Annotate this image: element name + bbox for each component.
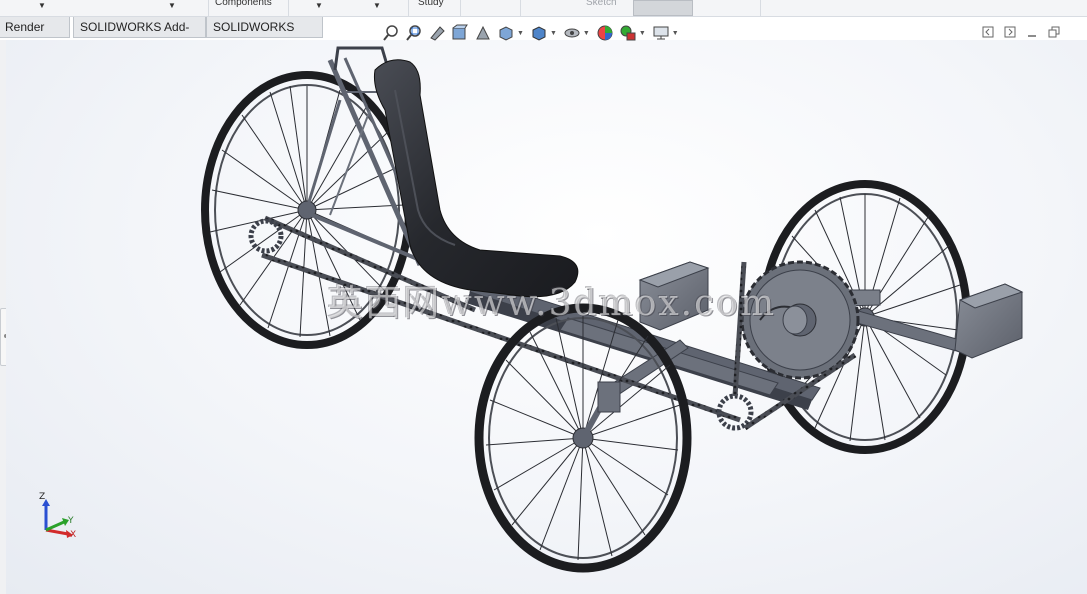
hide-show-items-icon[interactable]	[563, 24, 581, 42]
chevron-down-icon[interactable]: ▼	[672, 30, 679, 37]
chevron-down-icon[interactable]: ▼	[550, 30, 557, 37]
section-view-icon[interactable]	[451, 24, 469, 42]
tile-left-icon[interactable]	[982, 26, 994, 38]
display-style-icon[interactable]	[530, 24, 548, 42]
watermark-text: 英西网www.3dmox.com	[327, 283, 777, 324]
ribbon-group: ▼ ▼	[288, 0, 409, 16]
sketch-button[interactable]	[633, 0, 693, 16]
wheel-front-left	[474, 303, 692, 573]
dropdown-arrow-icon[interactable]: ▼	[373, 1, 381, 10]
chevron-down-icon[interactable]: ▼	[639, 30, 646, 37]
restore-icon[interactable]	[1048, 26, 1060, 38]
ribbon-bar: ▼ ▼ Components ▼ ▼ Study Sketch	[0, 0, 1087, 17]
dynamic-annotation-icon[interactable]	[474, 24, 492, 42]
view-orientation-icon[interactable]	[497, 24, 515, 42]
minimize-icon[interactable]	[1026, 26, 1038, 38]
triad-x-label: X	[70, 530, 77, 540]
ribbon-group: ▼ ▼	[0, 0, 209, 16]
chevron-down-icon[interactable]: ▼	[517, 30, 524, 37]
zoom-to-fit-icon[interactable]	[382, 24, 400, 42]
ribbon-group	[692, 0, 761, 16]
dropdown-arrow-icon[interactable]: ▼	[168, 1, 176, 10]
tile-right-icon[interactable]	[1004, 26, 1016, 38]
view-settings-icon[interactable]	[652, 24, 670, 42]
triad-y-label: Y	[68, 516, 74, 526]
zoom-to-area-icon[interactable]	[405, 24, 423, 42]
study-label[interactable]: Study	[418, 0, 444, 8]
tab-render-tools[interactable]: Render Tools	[0, 17, 70, 55]
viewport-window-controls	[982, 26, 1060, 38]
ribbon-group	[460, 0, 521, 16]
sketch-label[interactable]: Sketch	[586, 0, 617, 8]
dropdown-arrow-icon[interactable]: ▼	[315, 1, 323, 10]
ribbon-group-study: Study	[408, 0, 461, 16]
components-label[interactable]: Components	[215, 0, 272, 8]
reference-triad: Z Y X	[34, 492, 84, 549]
tab-solidworks-mbd[interactable]: SOLIDWORKS MBD	[206, 17, 323, 55]
heads-up-view-toolbar: ▼ ▼ ▼ ▼ ▼	[382, 22, 685, 44]
triad-z-label: Z	[39, 492, 46, 502]
tab-solidworks-add-ins[interactable]: SOLIDWORKS Add-Ins	[73, 17, 206, 55]
apply-scene-icon[interactable]	[619, 24, 637, 42]
ribbon-group-components: Components	[208, 0, 289, 16]
dropdown-arrow-icon[interactable]: ▼	[38, 1, 46, 10]
chevron-down-icon[interactable]: ▼	[583, 30, 590, 37]
edit-appearance-icon[interactable]	[596, 24, 614, 42]
previous-view-icon[interactable]	[428, 24, 446, 42]
